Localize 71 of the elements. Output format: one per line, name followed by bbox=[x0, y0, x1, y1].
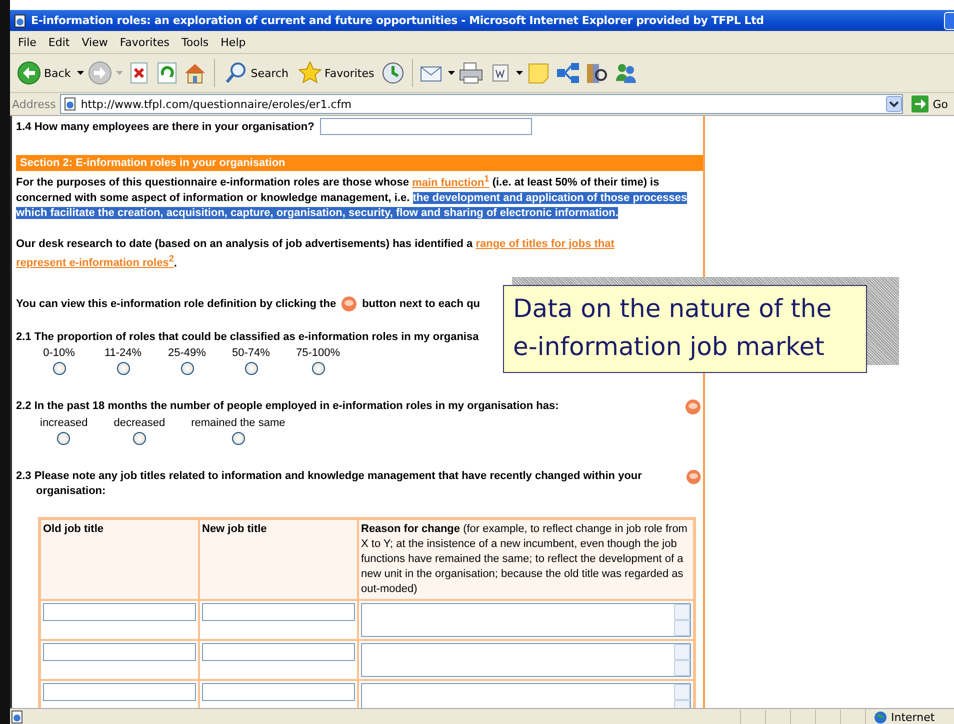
question-text: 1.4 How many employees are there in your organisation? bbox=[16, 120, 314, 132]
question-text: 2.1 The proportion of roles that could be classified as e-information roles in my organisa bbox=[16, 330, 479, 346]
input-field[interactable] bbox=[202, 683, 355, 702]
page-icon bbox=[10, 710, 24, 724]
caret-icon[interactable] bbox=[516, 70, 524, 76]
globe-icon bbox=[874, 710, 887, 724]
radio-button[interactable] bbox=[132, 432, 146, 446]
menu-item[interactable]: File bbox=[12, 36, 42, 48]
caret-icon[interactable] bbox=[448, 70, 456, 76]
printer-icon[interactable] bbox=[458, 61, 484, 85]
dropdown-icon[interactable] bbox=[886, 96, 902, 112]
question-text: 2.3 Please note any job titles related to information and knowledge management that have recently changed within your organisation: bbox=[16, 469, 643, 500]
paragraph-text: For the purposes of this questionnaire e-information roles are those whose main function$^{1}$ (i.e. at least 50% of their time) is concerned with some aspect of information or knowledge management, i.e. the development and application of those processes which facilitate the creation, acquisition, capture, organisation, security, flow and sharing of electronic information. bbox=[16, 172, 688, 221]
text-area[interactable] bbox=[361, 643, 691, 678]
back-icon bbox=[17, 61, 41, 85]
radio-button[interactable] bbox=[232, 432, 245, 446]
radio-button[interactable] bbox=[244, 362, 258, 376]
option-label: increased bbox=[40, 417, 88, 430]
input-field[interactable] bbox=[202, 603, 355, 622]
window-title: E-information roles: an exploration of current and future opportunities - Microsoft Internet Explorer provided by TFPL Ltd bbox=[31, 14, 764, 27]
instruction-text: You can view this e-information role definition by clicking the bbox=[16, 298, 336, 310]
menu-item[interactable]: Favorites bbox=[114, 36, 176, 48]
search-icon bbox=[224, 61, 248, 85]
column-header: Old job title bbox=[43, 522, 104, 538]
paragraph-text: Our desk research to date (based on an analysis of job advertisements) has identified a range of titles for jobs that represent e-information roles$^{2}$. bbox=[16, 236, 616, 272]
page-icon bbox=[13, 14, 27, 28]
radio-button[interactable] bbox=[52, 362, 66, 376]
history-icon[interactable] bbox=[380, 61, 406, 85]
column-header: Reason for change (for example, to reflect change in job role from X to Y; at the insistence of a new incumbent, even though the job functions have remained the same; to reflect the development of a new unit in the organisation; because the old title was regarded as out-moded) bbox=[361, 522, 688, 598]
menu-item[interactable]: Tools bbox=[176, 36, 215, 48]
refresh-icon[interactable] bbox=[154, 61, 179, 85]
input-field[interactable] bbox=[320, 118, 532, 135]
input-field[interactable] bbox=[43, 643, 196, 662]
text-area[interactable] bbox=[361, 603, 691, 638]
text-area[interactable] bbox=[361, 683, 691, 708]
caret-icon[interactable] bbox=[76, 70, 84, 76]
input-field[interactable] bbox=[43, 683, 196, 702]
option-label: 75-100% bbox=[296, 347, 340, 360]
favorites-button[interactable]: Favorites bbox=[294, 59, 378, 87]
star-icon bbox=[298, 61, 322, 85]
option-label: 25-49% bbox=[168, 347, 206, 360]
menu-item[interactable]: View bbox=[76, 36, 114, 48]
search-button[interactable]: Search bbox=[220, 59, 292, 87]
column-header: New job title bbox=[202, 522, 268, 538]
radio-button[interactable] bbox=[116, 362, 130, 376]
address-field[interactable]: http://www.tfpl.com/questionnaire/eroles/er1.cfm bbox=[60, 94, 903, 114]
menu-item[interactable]: Help bbox=[214, 36, 252, 48]
radio-button[interactable] bbox=[57, 432, 70, 446]
back-button[interactable]: Back bbox=[14, 59, 74, 87]
option-label: remained the same bbox=[191, 417, 286, 430]
status-zone: Internet bbox=[891, 710, 935, 724]
page-icon bbox=[62, 97, 77, 111]
section-heading: Section 2: E-information roles in your organisation bbox=[16, 155, 703, 171]
callout-text: Data on the nature of the e-information job market bbox=[503, 285, 867, 373]
question-text: 2.2 In the past 18 months the number of people employed in e-information roles in my organisation has: bbox=[16, 399, 559, 414]
option-label: decreased bbox=[114, 417, 166, 430]
go-button[interactable]: Go bbox=[906, 95, 952, 113]
info-button[interactable] bbox=[341, 296, 358, 312]
option-label: 11-24% bbox=[104, 347, 142, 360]
input-field[interactable] bbox=[202, 643, 355, 662]
info-button[interactable] bbox=[685, 399, 701, 416]
input-field[interactable] bbox=[43, 603, 196, 622]
option-label: 0-10% bbox=[43, 347, 75, 360]
option-label: 50-74% bbox=[232, 347, 270, 360]
address-label: Address bbox=[12, 98, 56, 110]
radio-button[interactable] bbox=[312, 362, 325, 376]
radio-button[interactable] bbox=[180, 362, 194, 376]
menu-item[interactable]: Edit bbox=[42, 36, 76, 48]
info-button[interactable] bbox=[686, 469, 701, 486]
share-icon[interactable] bbox=[555, 61, 582, 85]
instruction-text: button next to each qu bbox=[362, 298, 480, 310]
